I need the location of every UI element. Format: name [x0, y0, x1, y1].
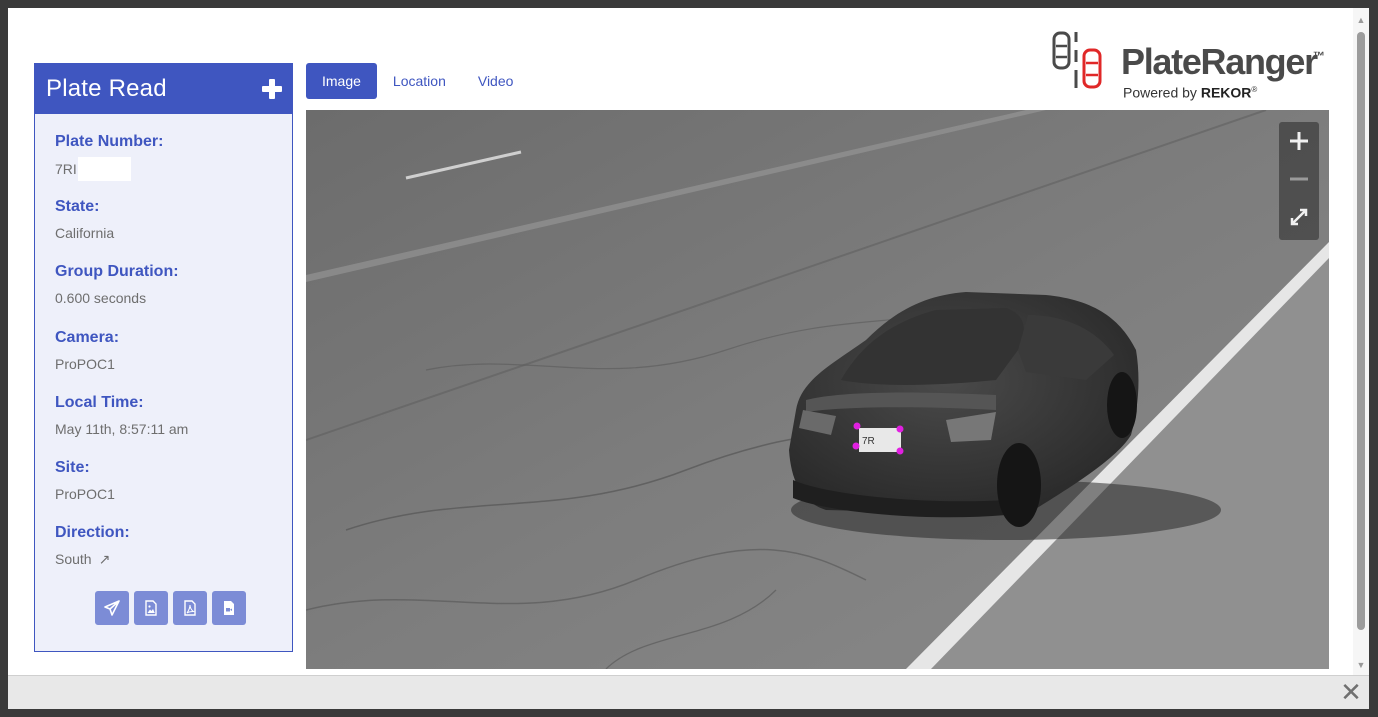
camera-value: ProPOC1 [55, 356, 115, 372]
view-tabs: Image Location Video [306, 63, 529, 99]
field-label: Plate Number: [55, 133, 164, 150]
download-pdf-button[interactable] [173, 591, 207, 625]
field-state: State: California [55, 198, 114, 241]
pdf-icon [184, 600, 196, 616]
site-value: ProPOC1 [55, 486, 115, 502]
plate-number-value: 7RI [55, 161, 77, 177]
registered-mark: ® [1251, 85, 1258, 94]
field-label: Site: [55, 459, 90, 476]
zoom-controls [1279, 122, 1319, 240]
logo-powered-by: Powered by REKOR® [1123, 83, 1257, 100]
plate-read-panel: Plate Read Plate Number: 7RI State: Cali… [34, 63, 293, 652]
panel-header: Plate Read [35, 64, 292, 114]
action-buttons [95, 591, 246, 625]
send-button[interactable] [95, 591, 129, 625]
plus-icon[interactable] [262, 79, 282, 99]
plate-image-viewer[interactable]: 7R [306, 110, 1329, 669]
vehicle-capture-image: 7R [306, 110, 1329, 669]
state-value: California [55, 225, 115, 241]
field-label: Local Time: [55, 394, 144, 411]
tab-video[interactable]: Video [462, 63, 530, 99]
plate-redaction [77, 157, 131, 181]
direction-text: South [55, 551, 92, 567]
logo-name: PlateRanger [1121, 41, 1318, 82]
modal-footer: ✕ [8, 675, 1369, 709]
image-icon [145, 600, 157, 616]
plate-text: 7R [862, 436, 875, 447]
fullscreen-button[interactable] [1279, 198, 1319, 236]
tab-image[interactable]: Image [306, 63, 377, 99]
powered-by-text: Powered by [1123, 84, 1197, 101]
tab-location[interactable]: Location [377, 63, 462, 99]
panel-title: Plate Read [46, 75, 167, 102]
field-label: Direction: [55, 524, 130, 541]
field-label: State: [55, 198, 100, 215]
logo-trademark: ™ [1313, 49, 1325, 63]
field-plate-number: Plate Number: 7RI [55, 133, 163, 181]
zoom-out-button[interactable] [1279, 160, 1319, 198]
expand-icon [1290, 208, 1308, 226]
download-image-button[interactable] [134, 591, 168, 625]
field-direction: Direction: South ↗ [55, 524, 130, 568]
arrow-up-right-icon: ↗ [98, 551, 111, 567]
zoom-in-icon [1290, 132, 1308, 150]
field-label: Camera: [55, 329, 120, 346]
scroll-thumb[interactable] [1357, 32, 1365, 630]
field-group-duration: Group Duration: 0.600 seconds [55, 263, 179, 306]
download-video-button[interactable] [212, 591, 246, 625]
field-site: Site: ProPOC1 [55, 459, 115, 502]
local-time-value: May 11th, 8:57:11 am [55, 421, 189, 437]
send-icon [104, 600, 120, 616]
zoom-in-button[interactable] [1279, 122, 1319, 160]
close-icon[interactable]: ✕ [1339, 679, 1363, 705]
plateranger-logo: PlateRanger ™ Powered by REKOR® [1052, 30, 1332, 100]
logo-car-icon [1052, 31, 1102, 89]
vertical-scrollbar[interactable]: ▲ ▼ [1353, 8, 1369, 675]
scroll-down-icon[interactable]: ▼ [1353, 657, 1369, 673]
field-label: Group Duration: [55, 263, 179, 280]
direction-value: South ↗ [55, 551, 130, 568]
plate-read-modal: Plate Read Plate Number: 7RI State: Cali… [8, 8, 1369, 709]
brand-name: REKOR [1200, 84, 1252, 101]
field-camera: Camera: ProPOC1 [55, 329, 119, 372]
zoom-out-icon [1290, 177, 1308, 181]
video-file-icon [224, 601, 234, 615]
scroll-up-icon[interactable]: ▲ [1353, 12, 1369, 28]
group-duration-value: 0.600 seconds [55, 290, 147, 306]
field-local-time: Local Time: May 11th, 8:57:11 am [55, 394, 188, 437]
